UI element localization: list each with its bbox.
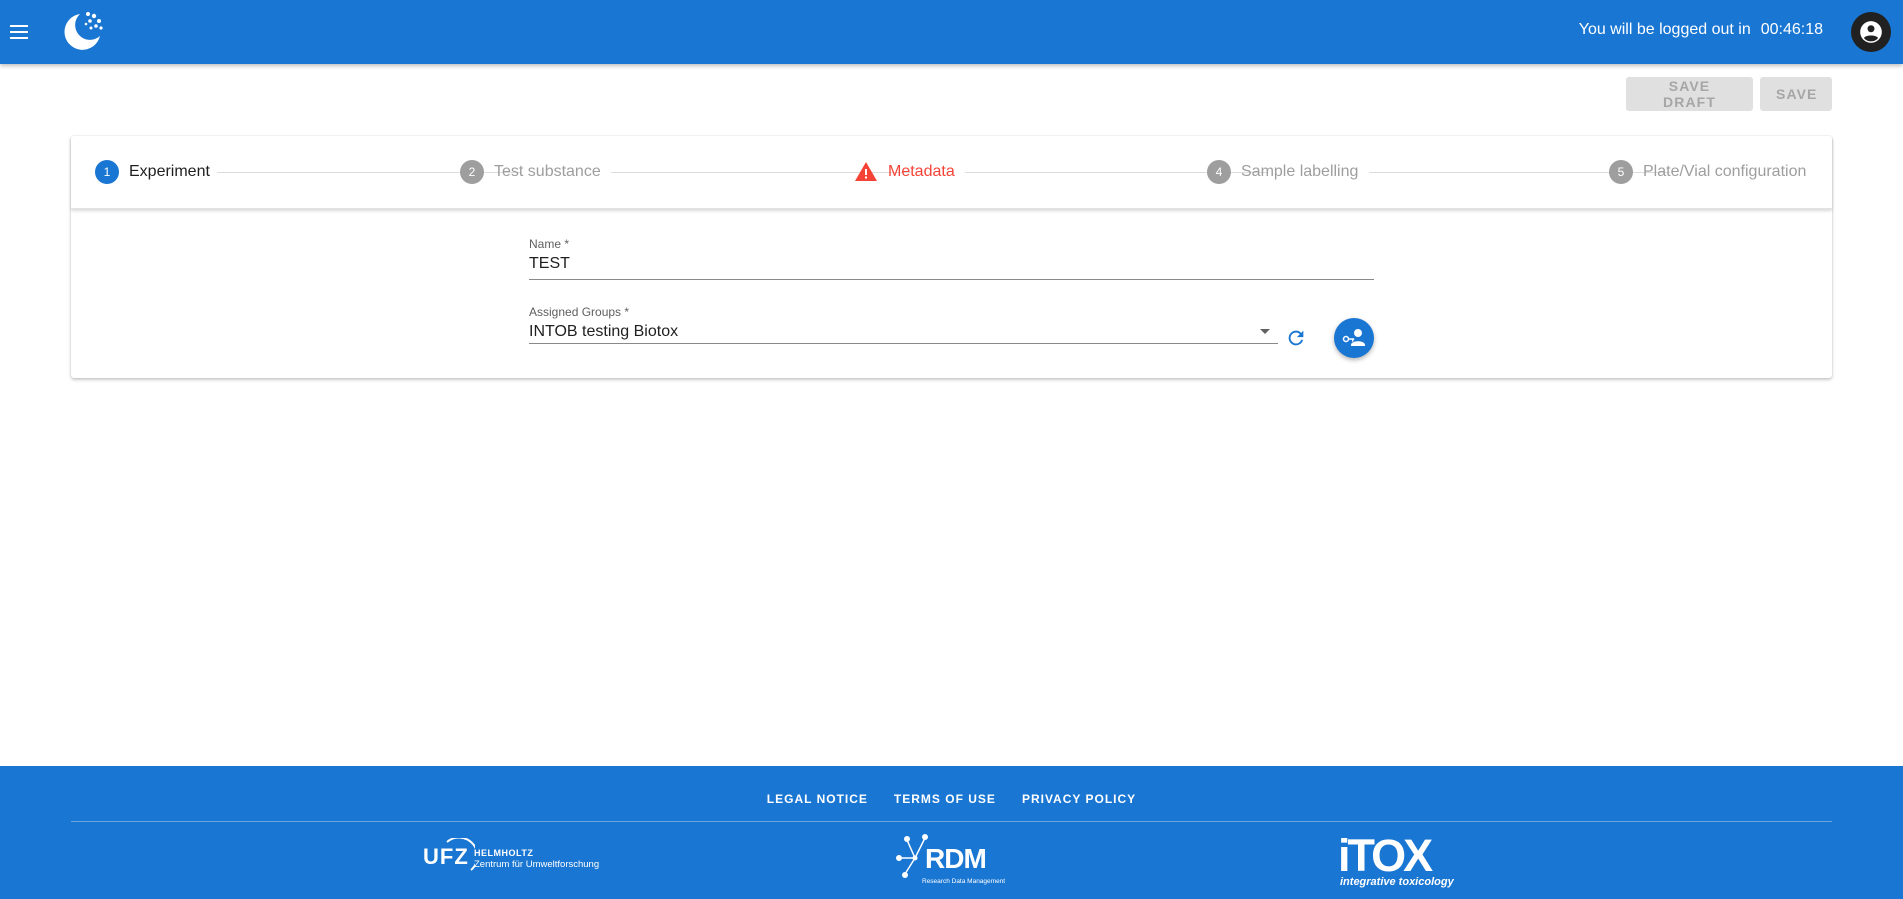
privacy-policy-link[interactable]: PRIVACY POLICY	[1022, 792, 1136, 806]
name-label: Name *	[529, 237, 570, 251]
session-text: You will be logged out in	[1578, 21, 1751, 38]
legal-notice-link[interactable]: LEGAL NOTICE	[767, 792, 868, 806]
step-number: 5	[1609, 160, 1633, 184]
step-number: 2	[460, 160, 484, 184]
step-experiment[interactable]: 1 Experiment	[95, 160, 210, 184]
assigned-groups-field[interactable]: Assigned Groups * INTOB testing Biotox	[529, 305, 1278, 345]
rdm-mark: RDM	[925, 843, 987, 874]
ufz-logo[interactable]: UFZ HELMHOLTZ Zentrum für Umweltforschun…	[423, 838, 599, 878]
rdm-subtitle: Research Data Management	[922, 878, 1006, 885]
save-button[interactable]: SAVE	[1760, 77, 1832, 111]
ufz-arc-icon	[446, 838, 475, 871]
step-metadata[interactable]: Metadata	[854, 160, 955, 184]
step-plate-vial-configuration[interactable]: 5 Plate/Vial configuration	[1609, 160, 1806, 184]
assigned-groups-label: Assigned Groups *	[529, 305, 630, 319]
step-label: Sample labelling	[1241, 163, 1359, 180]
assigned-groups-select[interactable]: INTOB testing Biotox	[529, 323, 678, 341]
warning-icon	[855, 162, 877, 181]
step-label: Test substance	[494, 163, 601, 180]
account-button[interactable]	[1851, 12, 1891, 52]
itox-subtitle: integrative toxicology	[1340, 876, 1454, 888]
step-test-substance[interactable]: 2 Test substance	[460, 160, 601, 184]
step-sample-labelling[interactable]: 4 Sample labelling	[1207, 160, 1358, 184]
footer-divider	[71, 821, 1832, 822]
name-field[interactable]: Name * TEST	[529, 237, 1374, 281]
itox-logo[interactable]: iTOX integrative toxicology	[1338, 832, 1468, 892]
name-input[interactable]: TEST	[529, 255, 570, 273]
app-bar: You will be logged out in 00:46:18	[0, 0, 1903, 64]
session-timeout: You will be logged out in 00:46:18	[1579, 21, 1823, 39]
assigned-groups-underline	[529, 343, 1278, 344]
step-label: Plate/Vial configuration	[1643, 163, 1807, 180]
account-circle-icon	[1860, 21, 1882, 43]
itox-mark: iTOX	[1338, 830, 1433, 881]
group-key-icon	[1342, 329, 1365, 346]
menu-icon[interactable]	[8, 16, 30, 48]
footer: LEGAL NOTICE TERMS OF USE PRIVACY POLICY…	[0, 766, 1903, 899]
ufz-line-1: HELMHOLTZ	[474, 848, 534, 858]
chevron-down-icon[interactable]	[1260, 329, 1270, 334]
step-number: 1	[95, 160, 119, 184]
ufz-line-2: Zentrum für Umweltforschung	[474, 859, 600, 870]
session-timer: 00:46:18	[1760, 21, 1823, 38]
stepper: 1 Experiment 2 Test substance Metadata 4…	[71, 136, 1832, 209]
app-logo[interactable]	[60, 10, 106, 54]
refresh-icon[interactable]	[1285, 327, 1307, 349]
step-number: 4	[1207, 160, 1231, 184]
name-underline	[529, 279, 1374, 280]
save-draft-button[interactable]: SAVE DRAFT	[1626, 77, 1753, 111]
step-label: Experiment	[129, 163, 210, 180]
form-actions: SAVE DRAFT SAVE	[1626, 77, 1832, 111]
terms-of-use-link[interactable]: TERMS OF USE	[894, 792, 996, 806]
rdm-logo[interactable]: RDM Research Data Management	[895, 832, 1015, 892]
step-label: Metadata	[888, 163, 955, 180]
manage-groups-button[interactable]	[1334, 318, 1374, 358]
footer-links: LEGAL NOTICE TERMS OF USE PRIVACY POLICY	[0, 792, 1903, 806]
